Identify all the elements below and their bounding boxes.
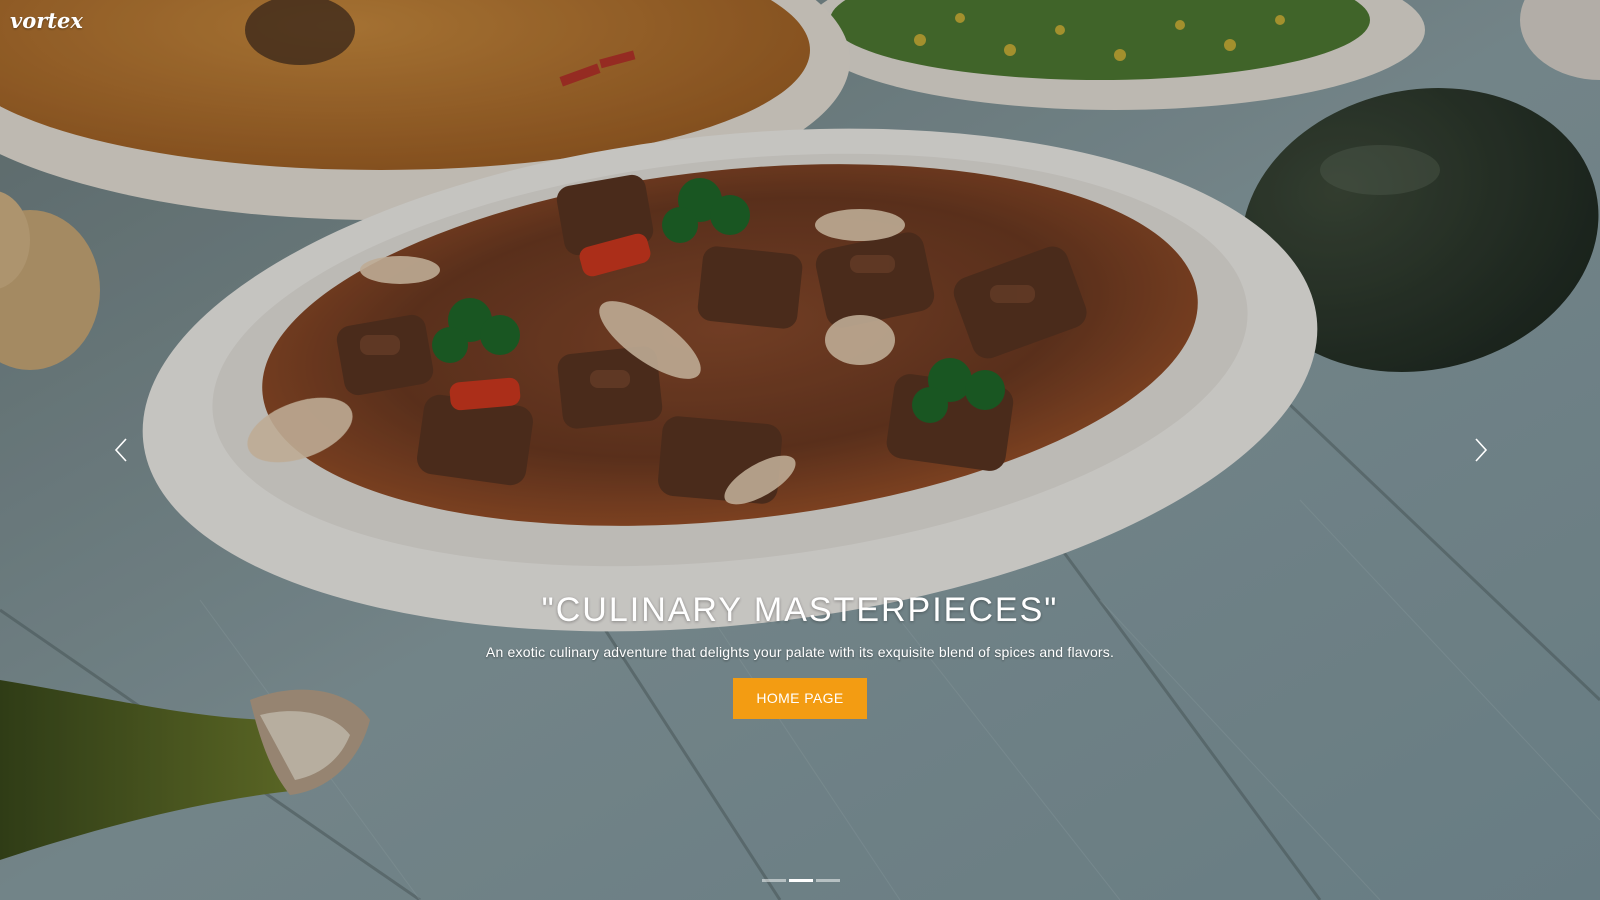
carousel-indicator-1[interactable] xyxy=(762,879,786,882)
home-page-button[interactable]: HOME PAGE xyxy=(733,678,867,719)
site-logo[interactable]: vortex xyxy=(10,8,83,33)
slide-subtitle: An exotic culinary adventure that deligh… xyxy=(485,644,1115,660)
slide-caption: "CULINARY MASTERPIECES" An exotic culina… xyxy=(0,590,1600,719)
chevron-left-icon xyxy=(114,437,128,463)
hero-carousel: vortex "CULINARY MASTERPIECES" An exotic… xyxy=(0,0,1600,900)
hero-dark-overlay xyxy=(0,0,1600,900)
carousel-indicator-2[interactable] xyxy=(789,879,813,882)
carousel-indicators xyxy=(762,879,840,882)
slide-title: "CULINARY MASTERPIECES" xyxy=(541,591,1059,629)
carousel-prev-button[interactable] xyxy=(106,430,136,470)
carousel-indicator-3[interactable] xyxy=(816,879,840,882)
carousel-next-button[interactable] xyxy=(1466,430,1496,470)
chevron-right-icon xyxy=(1474,437,1488,463)
